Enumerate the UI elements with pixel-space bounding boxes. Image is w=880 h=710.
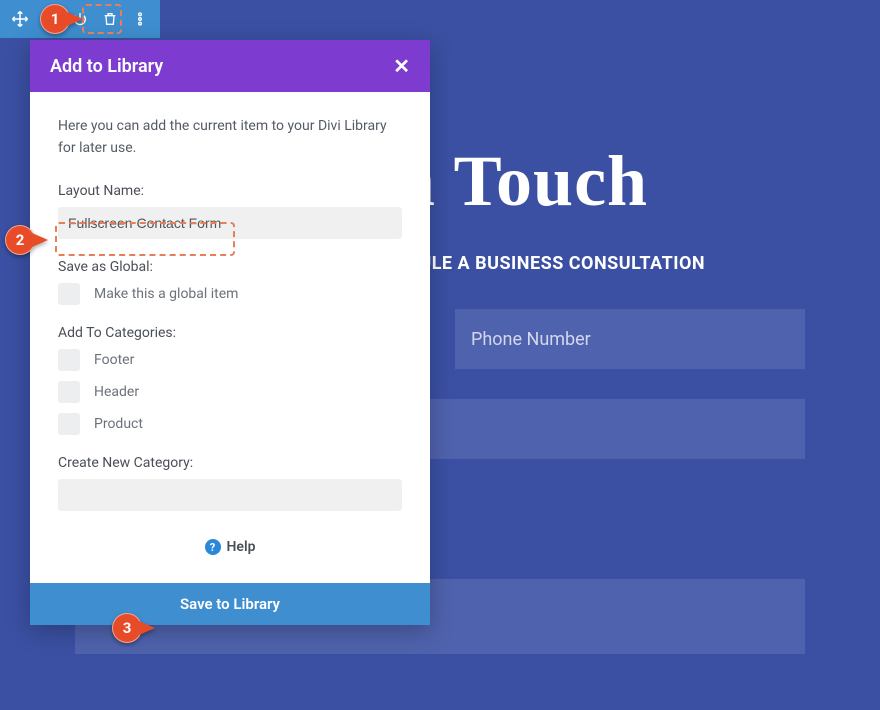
help-link[interactable]: ? Help [58, 531, 402, 571]
callout-tail [32, 233, 48, 247]
dialog-title: Add to Library [50, 56, 163, 77]
more-icon[interactable] [130, 9, 150, 29]
add-to-library-dialog: Add to Library ✕ Here you can add the cu… [30, 40, 430, 625]
save-to-library-button[interactable]: Save to Library [30, 583, 430, 625]
save-global-label: Save as Global: [58, 259, 402, 275]
categories-group: Add To Categories: Footer Header Product [58, 325, 402, 435]
move-icon[interactable] [10, 9, 30, 29]
categories-label: Add To Categories: [58, 325, 402, 341]
help-label: Help [227, 539, 256, 555]
dialog-intro: Here you can add the current item to you… [58, 116, 402, 159]
phone-field[interactable]: Phone Number [455, 309, 805, 369]
callout-tail [67, 12, 83, 26]
trash-icon[interactable] [100, 9, 120, 29]
new-category-group: Create New Category: [58, 455, 402, 511]
close-icon[interactable]: ✕ [393, 54, 410, 78]
category-checkbox[interactable] [58, 349, 80, 371]
help-icon: ? [205, 539, 221, 555]
category-label: Header [94, 384, 139, 400]
category-checkbox[interactable] [58, 413, 80, 435]
category-row-footer[interactable]: Footer [58, 349, 402, 371]
category-row-header[interactable]: Header [58, 381, 402, 403]
dialog-body: Here you can add the current item to you… [30, 92, 430, 583]
category-label: Footer [94, 352, 134, 368]
category-row-product[interactable]: Product [58, 413, 402, 435]
layout-name-label: Layout Name: [58, 183, 402, 199]
dialog-header: Add to Library ✕ [30, 40, 430, 92]
new-category-input[interactable] [58, 479, 402, 511]
save-global-group: Save as Global: Make this a global item [58, 259, 402, 305]
layout-name-group: Layout Name: [58, 183, 402, 239]
callout-3: 3 [112, 613, 155, 643]
callout-1: 1 [40, 4, 83, 34]
callout-bubble: 1 [40, 4, 70, 34]
category-label: Product [94, 416, 143, 432]
callout-bubble: 3 [112, 613, 142, 643]
callout-bubble: 2 [5, 225, 35, 255]
global-check-row[interactable]: Make this a global item [58, 283, 402, 305]
callout-tail [139, 621, 155, 635]
global-check-label: Make this a global item [94, 286, 238, 302]
category-checkbox[interactable] [58, 381, 80, 403]
global-checkbox[interactable] [58, 283, 80, 305]
callout-2: 2 [5, 225, 48, 255]
new-category-label: Create New Category: [58, 455, 402, 471]
layout-name-input[interactable] [58, 207, 402, 239]
